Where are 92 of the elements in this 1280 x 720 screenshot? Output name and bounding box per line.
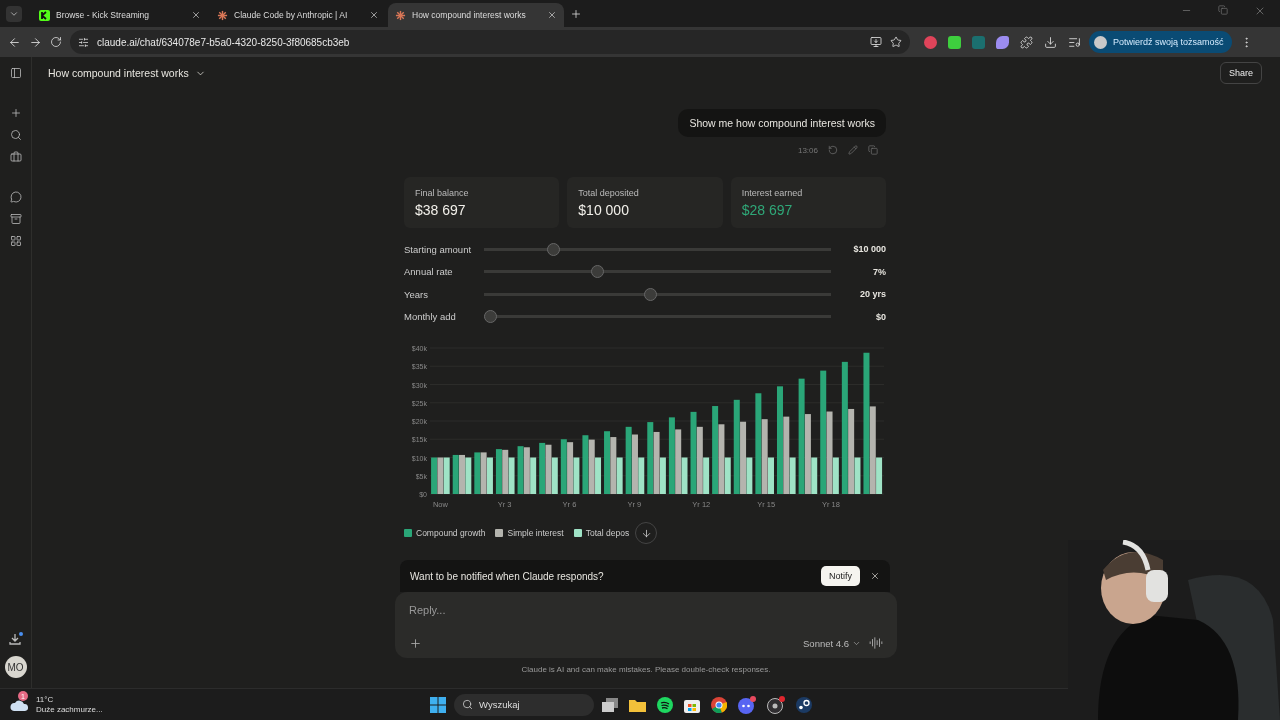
temperature: 11°C	[36, 695, 55, 704]
sunburst-icon	[395, 9, 406, 21]
slider-thumb[interactable]	[644, 287, 658, 301]
task-view-icon[interactable]	[602, 697, 618, 712]
reply-box[interactable]: Reply... Sonnet 4.6	[395, 592, 897, 658]
tab-title: How compound interest works	[412, 10, 527, 20]
slider-label: Years	[404, 288, 429, 300]
legend-swatch	[573, 529, 582, 537]
model-name: Sonnet 4.6	[803, 637, 849, 649]
user-message: Show me how compound interest works	[678, 109, 886, 137]
extension-icon[interactable]	[996, 35, 1009, 49]
slider-label: Starting amount	[404, 243, 473, 255]
search-placeholder: Wyszukaj	[479, 699, 520, 710]
sidebar-toggle-icon[interactable]	[9, 67, 22, 79]
projects-icon[interactable]	[9, 151, 22, 163]
folder-icon[interactable]	[629, 697, 646, 712]
slider-value: $10 000	[852, 244, 886, 255]
browser-tab[interactable]: Browse - Kick Streaming	[32, 3, 208, 27]
browser-tab[interactable]: How compound interest works	[388, 3, 564, 27]
chat-app-icon[interactable]	[738, 695, 756, 714]
close-icon[interactable]	[547, 10, 557, 20]
search-icon	[462, 699, 473, 710]
extension-icon[interactable]	[924, 35, 937, 49]
site-settings-icon[interactable]	[78, 36, 89, 48]
legend-label: Simple interest	[507, 528, 564, 538]
chats-icon[interactable]	[9, 191, 22, 203]
disclaimer: Claude is AI and can make mistakes. Please double-check responses.	[520, 665, 772, 674]
chevron-down-icon	[9, 9, 19, 19]
slider-thumb[interactable]	[484, 310, 497, 324]
tab-title: Browse - Kick Streaming	[56, 10, 151, 20]
new-chat-icon[interactable]	[9, 107, 22, 119]
extension-icon[interactable]	[948, 35, 961, 49]
close-icon[interactable]	[191, 10, 201, 20]
slider-value: $0	[875, 311, 886, 322]
model-selector[interactable]: Sonnet 4.6	[803, 637, 861, 649]
taskbar-search[interactable]: Wyszukaj	[454, 693, 594, 716]
stat-label: Total deposited	[578, 188, 640, 198]
slider-thumb[interactable]	[547, 242, 561, 256]
browser-tab[interactable]: Claude Code by Anthropic | AI	[210, 3, 386, 27]
stat-value: $10 000	[578, 202, 630, 218]
download-icon[interactable]	[1044, 35, 1057, 49]
address-bar[interactable]: claude.ai/chat/634078e7-b5a0-4320-8250-3f80685cb3eb	[70, 30, 910, 54]
forward-icon[interactable]	[29, 35, 42, 49]
notification-text: Want to be notified when Claude responds?	[410, 570, 605, 582]
stat-value: $38 697	[415, 202, 467, 218]
slider-value: 7%	[872, 266, 886, 277]
slider-label: Monthly add	[404, 311, 457, 323]
close-icon[interactable]	[369, 10, 379, 20]
slider-label: Annual rate	[404, 266, 454, 278]
windows-logo-icon[interactable]	[430, 696, 446, 713]
music-app-icon[interactable]	[657, 696, 673, 713]
scroll-down-button[interactable]	[635, 522, 658, 544]
extensions-icon[interactable]	[1020, 35, 1033, 49]
share-button[interactable]: Share	[1219, 62, 1262, 84]
legend-swatch	[495, 529, 504, 537]
download-icon[interactable]	[8, 632, 23, 646]
profile-button[interactable]: Potwierdź swoją tożsamość	[1089, 31, 1232, 53]
arrow-down-icon	[640, 527, 652, 539]
slider-thumb[interactable]	[590, 265, 604, 279]
back-icon[interactable]	[8, 35, 21, 49]
voice-icon[interactable]	[869, 636, 883, 650]
chat-title[interactable]: How compound interest works	[48, 67, 189, 79]
new-tab-icon[interactable]	[570, 7, 582, 20]
recording-app-icon[interactable]	[767, 695, 785, 714]
apps-icon[interactable]	[9, 235, 22, 247]
reload-icon[interactable]	[50, 36, 62, 48]
close-icon[interactable]	[1254, 5, 1266, 17]
search-icon[interactable]	[9, 129, 22, 141]
stat-label: Final balance	[415, 188, 470, 198]
tab-list-button[interactable]	[6, 6, 22, 22]
tab-title: Claude Code by Anthropic | AI	[234, 10, 349, 20]
install-icon[interactable]	[870, 36, 882, 48]
legend-swatch	[404, 529, 412, 537]
avatar-icon	[1094, 35, 1107, 49]
stat-label: Interest earned	[741, 188, 804, 198]
sunburst-icon	[217, 9, 228, 21]
user-avatar[interactable]: MO	[4, 656, 27, 678]
slider-value: 20 yrs	[858, 289, 886, 300]
legend-label: Compound growth	[416, 528, 486, 538]
stat-value: $28 697	[741, 202, 794, 218]
attach-icon[interactable]	[409, 636, 422, 650]
media-icon[interactable]	[1068, 35, 1081, 49]
close-icon[interactable]	[870, 571, 880, 581]
notify-button[interactable]: Notify	[821, 566, 860, 586]
weather-text: Duże zachmurze...	[36, 705, 103, 714]
browser-icon[interactable]	[711, 696, 727, 713]
game-launcher-icon[interactable]	[796, 696, 812, 713]
message-time: 13:06	[797, 145, 818, 155]
kick-logo-icon	[39, 9, 50, 21]
archive-icon[interactable]	[9, 213, 22, 225]
legend-label: Total depos	[585, 528, 630, 538]
star-icon[interactable]	[890, 36, 902, 48]
